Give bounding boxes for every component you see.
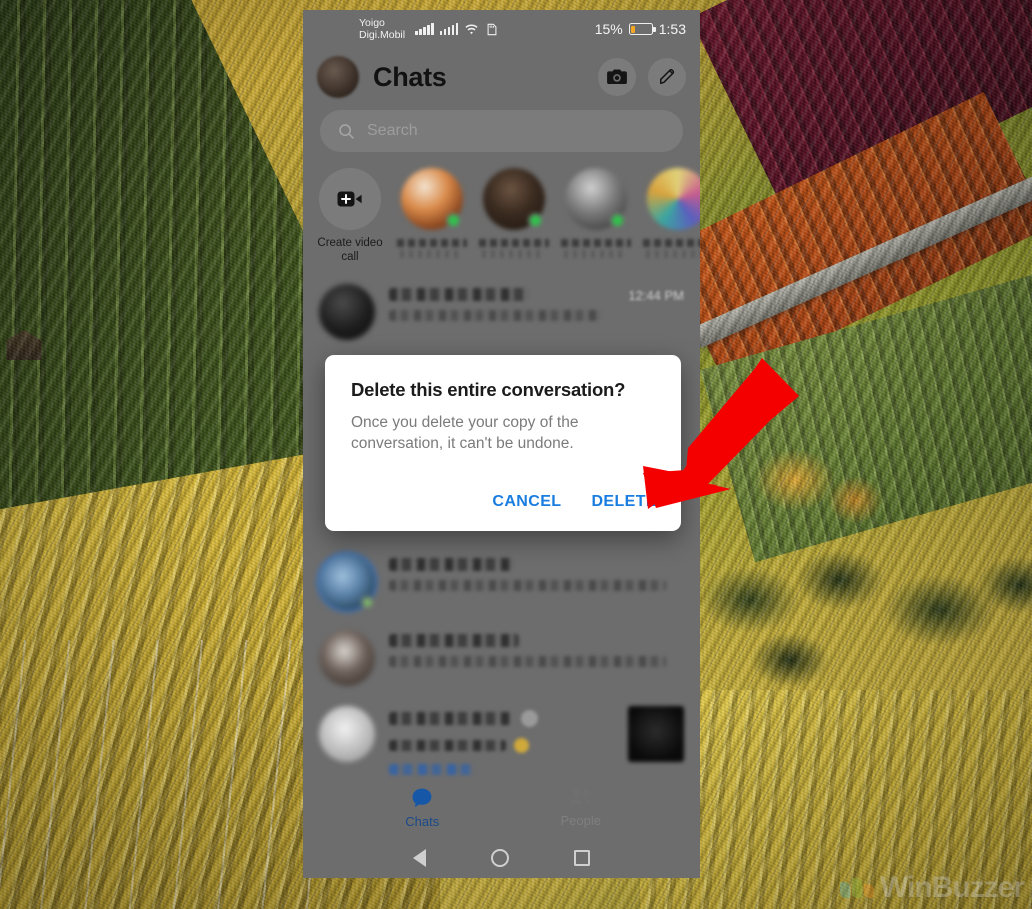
chat-timestamp: 12:44 PM	[628, 288, 684, 304]
chat-preview-redacted	[389, 740, 506, 752]
create-video-call-label: Create video call	[317, 237, 383, 264]
search-icon	[339, 123, 354, 139]
dialog-title: Delete this entire conversation?	[351, 379, 626, 400]
contact-name-redacted	[479, 237, 549, 259]
chat-list-item[interactable]: 12:44 PM	[303, 274, 700, 350]
story-contact[interactable]	[397, 168, 467, 259]
chat-link-redacted	[389, 764, 475, 776]
bottom-nav-item-people[interactable]: People	[533, 787, 629, 828]
dialog-actions: CANCEL DELETE	[490, 489, 659, 515]
online-dot-icon	[528, 213, 543, 228]
recents-square-icon[interactable]	[573, 850, 590, 866]
contact-avatar	[401, 168, 463, 230]
contact-name-redacted	[643, 237, 700, 259]
profile-avatar[interactable]	[317, 56, 359, 98]
chat-avatar	[319, 554, 375, 611]
story-contact[interactable]	[479, 168, 549, 259]
bottom-nav-label-chats: Chats	[405, 813, 440, 829]
chat-text	[389, 630, 684, 668]
story-contact[interactable]	[643, 168, 700, 259]
status-right: 15% 1:53	[595, 21, 686, 37]
compose-button[interactable]	[648, 58, 686, 96]
video-camera-plus-icon	[337, 191, 362, 207]
create-video-call-circle	[319, 168, 381, 230]
app-bar: Chats	[303, 48, 700, 104]
chat-text	[389, 706, 614, 776]
contact-avatar	[647, 168, 700, 230]
people-icon	[569, 788, 591, 804]
chat-name-redacted	[389, 712, 511, 726]
camera-icon	[607, 69, 627, 85]
online-dot-icon	[610, 213, 625, 228]
chat-avatar	[319, 706, 375, 763]
contact-avatar	[483, 168, 545, 230]
chat-list-item[interactable]	[303, 620, 700, 696]
sd-card-icon	[487, 23, 497, 35]
online-dot-icon	[446, 213, 461, 228]
chat-name-redacted	[389, 558, 513, 572]
back-triangle-icon[interactable]	[413, 849, 427, 867]
chat-text	[389, 284, 614, 322]
story-row: Create video call	[303, 162, 700, 272]
wifi-icon	[465, 23, 478, 34]
camera-button[interactable]	[598, 58, 636, 96]
search-input[interactable]: Search	[320, 110, 683, 152]
emoji-icon	[514, 738, 530, 754]
signal-bars-icon-2	[439, 23, 459, 35]
carrier-line-2: Digi.Mobil	[359, 29, 406, 41]
chat-avatar	[319, 630, 375, 687]
signal-bars-icon	[415, 23, 434, 35]
story-contact[interactable]	[561, 168, 631, 259]
chat-preview-redacted	[389, 580, 667, 592]
chat-avatar	[319, 284, 375, 341]
battery-icon	[628, 23, 656, 35]
home-circle-icon[interactable]	[490, 849, 509, 867]
bottom-nav-label-people: People	[560, 812, 601, 828]
chat-name-redacted	[389, 634, 519, 648]
page-title: Chats	[373, 61, 447, 92]
search-placeholder: Search	[367, 122, 418, 139]
app-bar-actions	[598, 58, 686, 96]
delete-button[interactable]: DELETE	[589, 489, 659, 515]
chat-text	[389, 554, 684, 592]
chat-preview-redacted	[389, 656, 667, 668]
create-video-call-button[interactable]: Create video call	[315, 168, 385, 264]
chat-list-item[interactable]	[303, 696, 700, 785]
contact-name-redacted	[561, 237, 631, 259]
android-nav-bar	[303, 838, 700, 878]
dialog-body: Once you delete your copy of the convers…	[351, 414, 579, 452]
delete-conversation-dialog: Delete this entire conversation? Once yo…	[325, 355, 681, 531]
chat-list-item[interactable]	[303, 544, 700, 620]
pencil-icon	[660, 69, 675, 84]
carrier-line-1: Yoigo	[359, 16, 385, 29]
status-bar: Yoigo Digi.Mobil 15% 1:53	[303, 10, 700, 48]
chat-name-redacted	[389, 288, 529, 302]
battery-percent: 15%	[594, 21, 623, 37]
carrier-names: Yoigo Digi.Mobil	[359, 17, 405, 42]
clock: 1:53	[658, 21, 686, 37]
chat-attachment-thumbnail[interactable]	[628, 706, 684, 763]
online-dot-icon	[361, 596, 374, 610]
gear-icon	[520, 710, 538, 728]
bottom-nav-item-chats[interactable]: Chats	[374, 786, 470, 829]
status-icons	[415, 23, 499, 36]
chat-bubble-icon	[412, 788, 432, 807]
contact-avatar	[565, 168, 627, 230]
cancel-button[interactable]: CANCEL	[490, 489, 563, 515]
contact-name-redacted	[397, 237, 467, 259]
chat-preview-redacted	[389, 310, 601, 322]
bottom-nav: Chats People	[303, 776, 700, 838]
